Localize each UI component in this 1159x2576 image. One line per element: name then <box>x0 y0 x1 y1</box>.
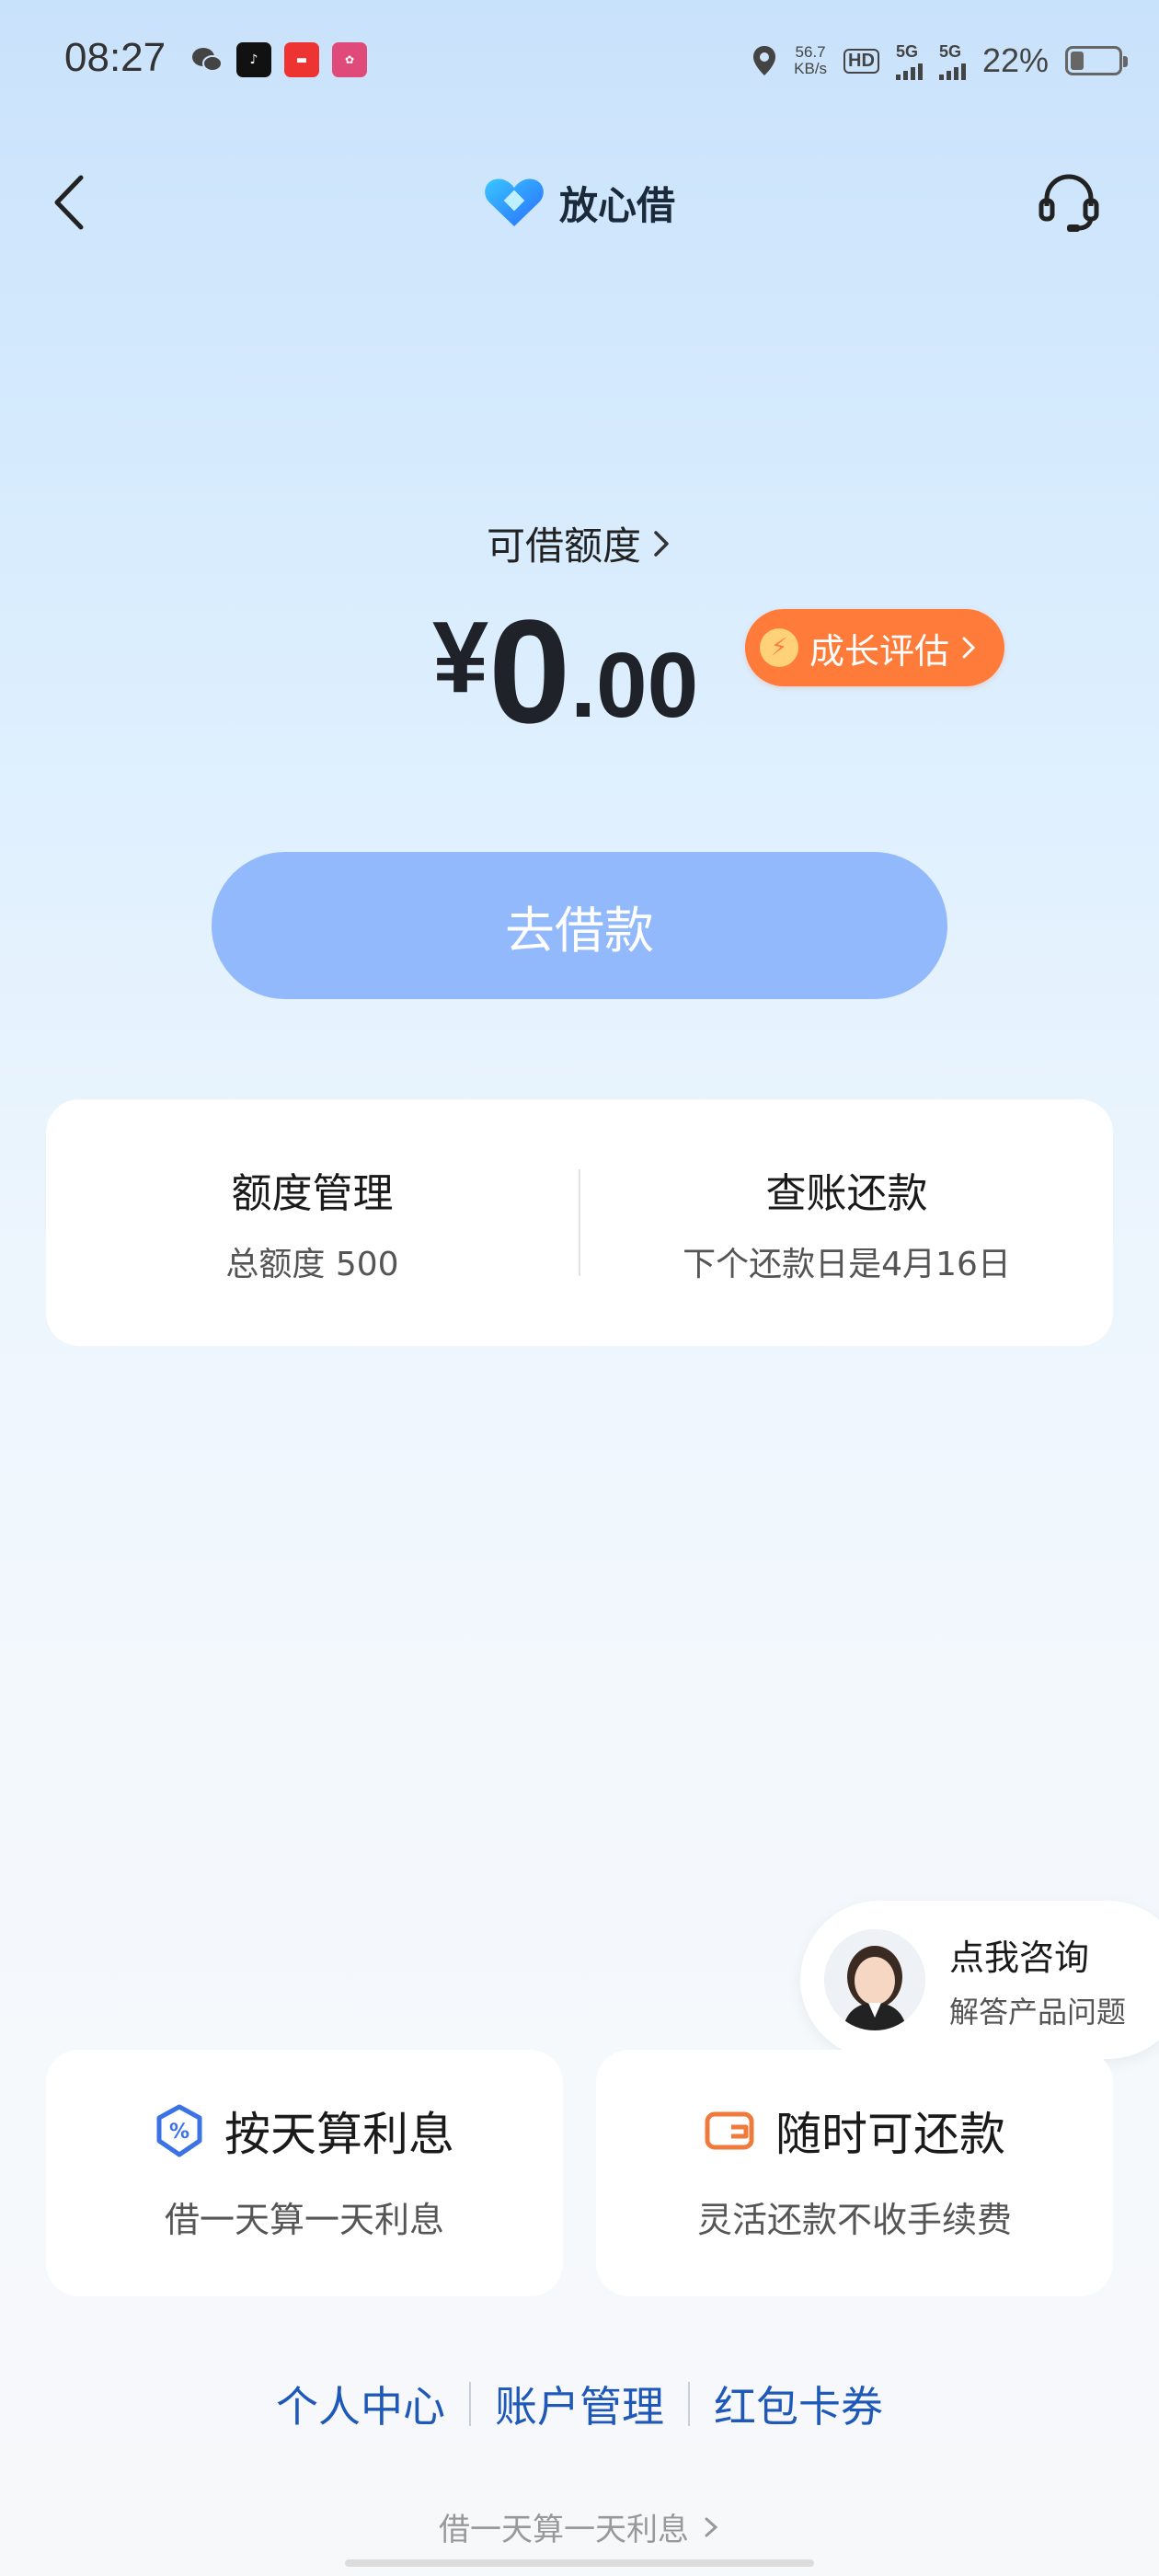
chevron-right-icon <box>962 637 976 659</box>
credit-amount: ¥ 0 .00 <box>432 589 699 753</box>
bottom-ticker[interactable]: 借一天算一天利息 <box>0 2504 1159 2549</box>
svg-text:%: % <box>169 2121 189 2144</box>
link-account-management[interactable]: 账户管理 <box>495 2374 664 2434</box>
signal-sim1: 5G <box>895 41 923 80</box>
currency-symbol: ¥ <box>432 601 489 714</box>
consult-sub: 解答产品问题 <box>949 1994 1127 2030</box>
quota-sub: 总额度 500 <box>225 1246 399 1283</box>
link-coupons[interactable]: 红包卡券 <box>714 2374 883 2434</box>
wechat-icon <box>189 42 224 77</box>
feature-title: 按天算利息 <box>224 2108 454 2161</box>
douyin-icon: ♪ <box>236 42 271 77</box>
link-personal-center[interactable]: 个人中心 <box>276 2374 445 2434</box>
signal-bars-icon <box>895 62 923 80</box>
consult-title: 点我咨询 <box>949 1937 1090 1978</box>
sim1-label: 5G <box>895 41 918 61</box>
available-credit-link[interactable]: 可借额度 <box>0 515 1159 571</box>
customer-service-button[interactable] <box>1036 169 1102 236</box>
signal-bars-icon <box>938 62 966 80</box>
net-speed-unit: KB/s <box>794 60 828 77</box>
hd-badge: HD <box>843 48 879 74</box>
quota-title: 额度管理 <box>231 1170 394 1217</box>
amount-decimal: .00 <box>570 634 699 737</box>
consult-text: 点我咨询 解答产品问题 <box>949 1929 1126 2031</box>
ticker-text: 借一天算一天利息 <box>439 2512 689 2548</box>
chevron-left-icon <box>54 175 84 230</box>
wallet-icon <box>705 2111 754 2150</box>
percent-shield-icon: % <box>156 2104 202 2157</box>
back-button[interactable] <box>46 170 101 235</box>
account-card: 额度管理 总额度 500 查账还款 下个还款日是4月16日 <box>46 1099 1113 1346</box>
chevron-right-icon <box>654 530 669 557</box>
agent-avatar <box>824 1929 925 2030</box>
feature-title: 随时可还款 <box>775 2108 1005 2161</box>
status-time: 08:27 <box>64 35 166 80</box>
feature-sub: 灵活还款不收手续费 <box>696 2200 1012 2240</box>
signal-sim2: 5G <box>938 41 966 80</box>
home-indicator[interactable] <box>345 2559 814 2567</box>
link-separator <box>688 2382 690 2426</box>
sim2-label: 5G <box>938 41 961 61</box>
consult-button[interactable]: 点我咨询 解答产品问题 <box>800 1901 1159 2059</box>
lightning-icon: ⚡ <box>760 628 798 667</box>
brand-name: 放心借 <box>559 182 676 228</box>
footer-links: 个人中心 账户管理 红包卡券 <box>0 2374 1159 2434</box>
battery-icon <box>1065 46 1128 75</box>
brand: 放心借 <box>482 175 675 230</box>
credit-label: 可借额度 <box>486 523 641 569</box>
link-separator <box>469 2382 471 2426</box>
headset-icon <box>1039 174 1099 232</box>
system-icons: 56.7 KB/s HD 5G 5G 22% <box>752 37 1128 85</box>
status-bar: 08:27 ♪ ▬ ✿ 56.7 KB/s HD 5G 5G 22% <box>0 0 1159 120</box>
bill-repayment[interactable]: 查账还款 下个还款日是4月16日 <box>580 1160 1113 1285</box>
toutiao-icon: ▬ <box>284 42 319 77</box>
repay-sub: 下个还款日是4月16日 <box>683 1246 1011 1283</box>
location-icon <box>753 46 776 75</box>
feature-sub: 借一天算一天利息 <box>164 2200 444 2240</box>
heart-logo-icon <box>485 178 544 226</box>
chevron-right-icon <box>705 2517 718 2536</box>
growth-evaluation-button[interactable]: ⚡ 成长评估 <box>745 609 1005 686</box>
battery-percent: 22% <box>981 41 1049 79</box>
growth-label: 成长评估 <box>809 630 950 672</box>
repay-title: 查账还款 <box>765 1170 928 1217</box>
quota-management[interactable]: 额度管理 总额度 500 <box>46 1160 579 1285</box>
lala-icon: ✿ <box>332 42 367 77</box>
net-speed: 56.7 KB/s <box>794 44 827 77</box>
feature-card-repay-anytime: 随时可还款 灵活还款不收手续费 <box>596 2050 1113 2296</box>
net-speed-value: 56.7 <box>795 43 826 61</box>
amount-integer: 0 <box>488 589 571 753</box>
borrow-button[interactable]: 去借款 <box>212 852 947 999</box>
feature-card-daily-interest: % 按天算利息 借一天算一天利息 <box>46 2050 563 2296</box>
